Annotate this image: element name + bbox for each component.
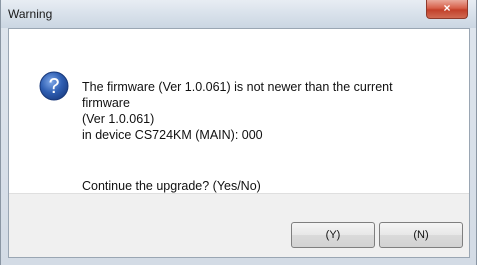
message-line: (Ver 1.0.061) bbox=[82, 112, 155, 126]
window-title: Warning bbox=[8, 7, 53, 21]
message-line: The firmware (Ver 1.0.061) is not newer … bbox=[82, 80, 393, 94]
button-bar: (Y) (N) bbox=[9, 193, 469, 257]
close-icon: × bbox=[443, 1, 451, 15]
message-line: in device CS724KM (MAIN): 000 bbox=[82, 128, 263, 142]
no-button[interactable]: (N) bbox=[379, 222, 463, 248]
warning-dialog: Warning × The firmware (Ver 1.0.061) is … bbox=[0, 0, 477, 265]
dialog-client-area: The firmware (Ver 1.0.061) is not newer … bbox=[8, 28, 470, 258]
yes-button[interactable]: (Y) bbox=[291, 222, 375, 248]
close-button[interactable]: × bbox=[426, 0, 468, 19]
message-line: firmware bbox=[82, 96, 130, 110]
message-area: The firmware (Ver 1.0.061) is not newer … bbox=[9, 29, 469, 193]
question-icon bbox=[39, 71, 69, 101]
confirmation-prompt: Continue the upgrade? (Yes/No) bbox=[82, 179, 261, 193]
warning-message: The firmware (Ver 1.0.061) is not newer … bbox=[82, 79, 462, 143]
title-bar[interactable]: Warning × bbox=[1, 0, 476, 28]
